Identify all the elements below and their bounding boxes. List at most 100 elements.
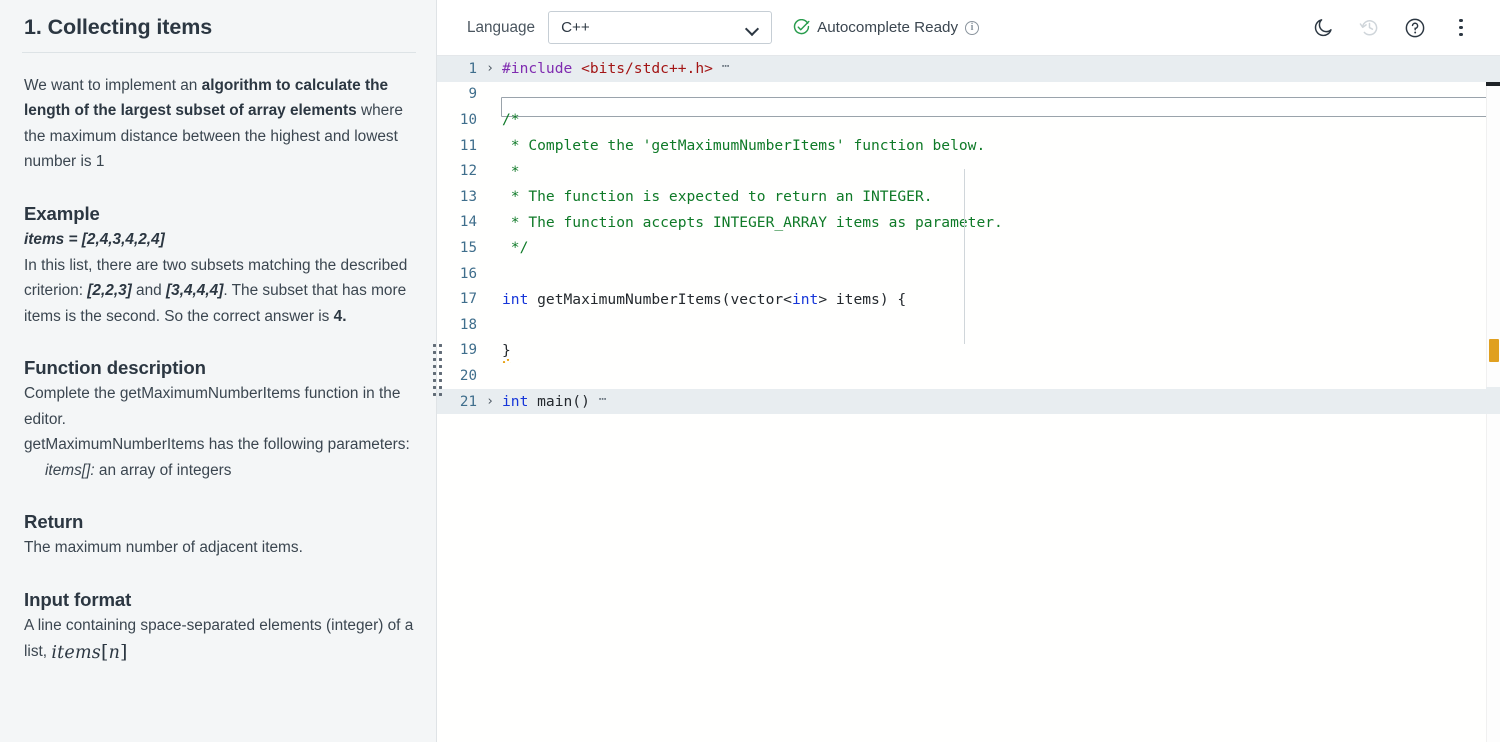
- code-token: int: [502, 290, 529, 308]
- code-editor-panel: Language C++ Autocomplete Ready i 1 › #i…: [437, 0, 1500, 742]
- code-line[interactable]: 9: [437, 82, 1500, 118]
- check-circle-icon: [793, 19, 810, 36]
- language-select-value: C++: [561, 19, 590, 36]
- section-heading-example: Example: [24, 202, 100, 224]
- history-icon: [1359, 17, 1380, 38]
- input-format-description: A line containing space-separated elemen…: [24, 613, 414, 665]
- chevron-down-icon: [746, 24, 759, 32]
- help-icon: [1404, 17, 1426, 39]
- line-number: 13: [459, 188, 477, 205]
- code-token: * The function accepts INTEGER_ARRAY ite…: [502, 213, 1003, 231]
- example-items-line: items = [2,4,3,4,2,4]: [24, 227, 414, 253]
- math-expression-items-n: items[n]: [51, 641, 128, 664]
- code-text: * The function is expected to return an …: [501, 188, 1486, 205]
- problem-intro-paragraph: We want to implement an algorithm to cal…: [24, 73, 414, 175]
- problem-statement-panel: 1. Collecting items We want to implement…: [0, 0, 437, 742]
- function-parameter-item: items[]: an array of integers: [24, 458, 414, 484]
- fold-chevron-icon[interactable]: ›: [479, 394, 501, 409]
- code-line[interactable]: 17 int getMaximumNumberItems(vector<int> …: [437, 286, 1486, 312]
- code-token: int: [791, 290, 819, 308]
- math-close-bracket: ]: [120, 641, 128, 664]
- folded-code-ellipsis[interactable]: ⋯: [713, 59, 731, 74]
- code-token: main(): [528, 393, 590, 411]
- line-number: 16: [459, 265, 477, 282]
- folded-code-ellipsis[interactable]: ⋯: [590, 392, 608, 407]
- line-number: 1: [468, 60, 477, 77]
- overview-ruler[interactable]: [1486, 56, 1500, 742]
- language-select[interactable]: C++: [548, 11, 773, 44]
- autocomplete-status-text: Autocomplete Ready: [817, 19, 959, 36]
- autocomplete-status: Autocomplete Ready i: [793, 19, 980, 36]
- parameter-description: an array of integers: [94, 461, 232, 479]
- code-text: }: [501, 342, 1486, 359]
- code-token: int: [502, 393, 529, 411]
- code-line[interactable]: 12 *: [437, 158, 1486, 184]
- code-token: <bits/stdc++.h>: [581, 60, 713, 78]
- example-subset-b: [3,4,4,4]: [166, 282, 224, 300]
- function-description-line-2: getMaximumNumberItems has the following …: [24, 436, 410, 454]
- code-line[interactable]: 13 * The function is expected to return …: [437, 184, 1486, 210]
- info-icon[interactable]: i: [965, 20, 980, 35]
- code-line[interactable]: 18: [437, 312, 1486, 338]
- code-line[interactable]: 10 /*: [437, 107, 1486, 133]
- problem-body: We want to implement an algorithm to cal…: [24, 53, 414, 665]
- overview-warning-marker: [1489, 339, 1499, 362]
- code-line[interactable]: 14 * The function accepts INTEGER_ARRAY …: [437, 210, 1486, 236]
- line-number: 17: [459, 291, 477, 308]
- code-token: *: [502, 162, 520, 180]
- overview-band-line-1: [1486, 56, 1500, 83]
- example-items-value: [2,4,3,4,2,4]: [81, 231, 165, 249]
- code-text: #include <bits/stdc++.h> ⋯: [501, 59, 1486, 78]
- code-line[interactable]: 16: [437, 261, 1486, 287]
- page-title: 1. Collecting items: [24, 15, 213, 39]
- line-number: 18: [459, 316, 477, 333]
- code-token: /*: [502, 111, 520, 129]
- code-token: #include: [502, 60, 573, 78]
- more-vertical-icon: [1459, 18, 1463, 37]
- help-button[interactable]: [1398, 11, 1432, 45]
- code-line[interactable]: 21 › int main() ⋯: [437, 388, 1486, 415]
- problem-scroll-area[interactable]: 1. Collecting items We want to implement…: [0, 0, 436, 742]
- example-items-label: items: [24, 231, 65, 249]
- code-text: *: [501, 163, 1486, 180]
- editor-toolbar: Language C++ Autocomplete Ready i: [437, 0, 1500, 56]
- code-editor[interactable]: 1 › #include <bits/stdc++.h> ⋯ 9 10/* 11 * Co…: [437, 56, 1500, 742]
- dark-mode-button[interactable]: [1306, 11, 1340, 45]
- code-text: /*: [501, 111, 1486, 128]
- example-explanation: In this list, there are two subsets matc…: [24, 253, 414, 330]
- code-challenge-page: 1. Collecting items We want to implement…: [0, 0, 1500, 742]
- scrollbar-thumb[interactable]: [1486, 82, 1500, 86]
- code-line[interactable]: 20: [437, 363, 1486, 389]
- line-number: 12: [459, 163, 477, 180]
- code-editor-lines[interactable]: 1 › #include <bits/stdc++.h> ⋯ 9 10/* 11 * Co…: [437, 56, 1500, 742]
- code-token: getMaximumNumberItems(vector<: [528, 290, 792, 308]
- code-text: * The function accepts INTEGER_ARRAY ite…: [501, 214, 1486, 231]
- math-n-symbol: n: [108, 643, 121, 664]
- example-text-2: and: [131, 282, 167, 300]
- code-token: * Complete the 'getMaximumNumberItems' f…: [502, 137, 986, 155]
- section-heading-return: Return: [24, 511, 84, 533]
- code-line[interactable]: 1 › #include <bits/stdc++.h> ⋯: [437, 56, 1486, 82]
- example-answer: 4.: [333, 307, 347, 325]
- code-text: */: [501, 239, 1486, 256]
- more-options-button[interactable]: [1444, 11, 1478, 45]
- moon-icon: [1313, 17, 1334, 38]
- drag-grip-icon: [432, 344, 442, 398]
- overview-band-line-21: [1486, 387, 1500, 414]
- code-line[interactable]: 11 * Complete the 'getMaximumNumberItems…: [437, 133, 1486, 159]
- fold-chevron-icon[interactable]: ›: [479, 61, 501, 76]
- example-items-equals: =: [64, 231, 82, 249]
- line-number: 11: [459, 137, 477, 154]
- revert-history-button[interactable]: [1352, 11, 1386, 45]
- panel-resize-handle[interactable]: [431, 0, 443, 742]
- code-line[interactable]: 19}: [437, 338, 1486, 364]
- code-line[interactable]: 15 */: [437, 235, 1486, 261]
- section-heading-input-format: Input format: [24, 588, 132, 610]
- line-number: 10: [459, 111, 477, 128]
- intro-pre-text: We want to implement an: [24, 76, 202, 94]
- line-number: 19: [459, 342, 477, 359]
- line-number: 14: [459, 214, 477, 231]
- code-token: > items) {: [818, 290, 907, 308]
- line-number: 15: [459, 239, 477, 256]
- code-token: * The function is expected to return an …: [502, 188, 933, 206]
